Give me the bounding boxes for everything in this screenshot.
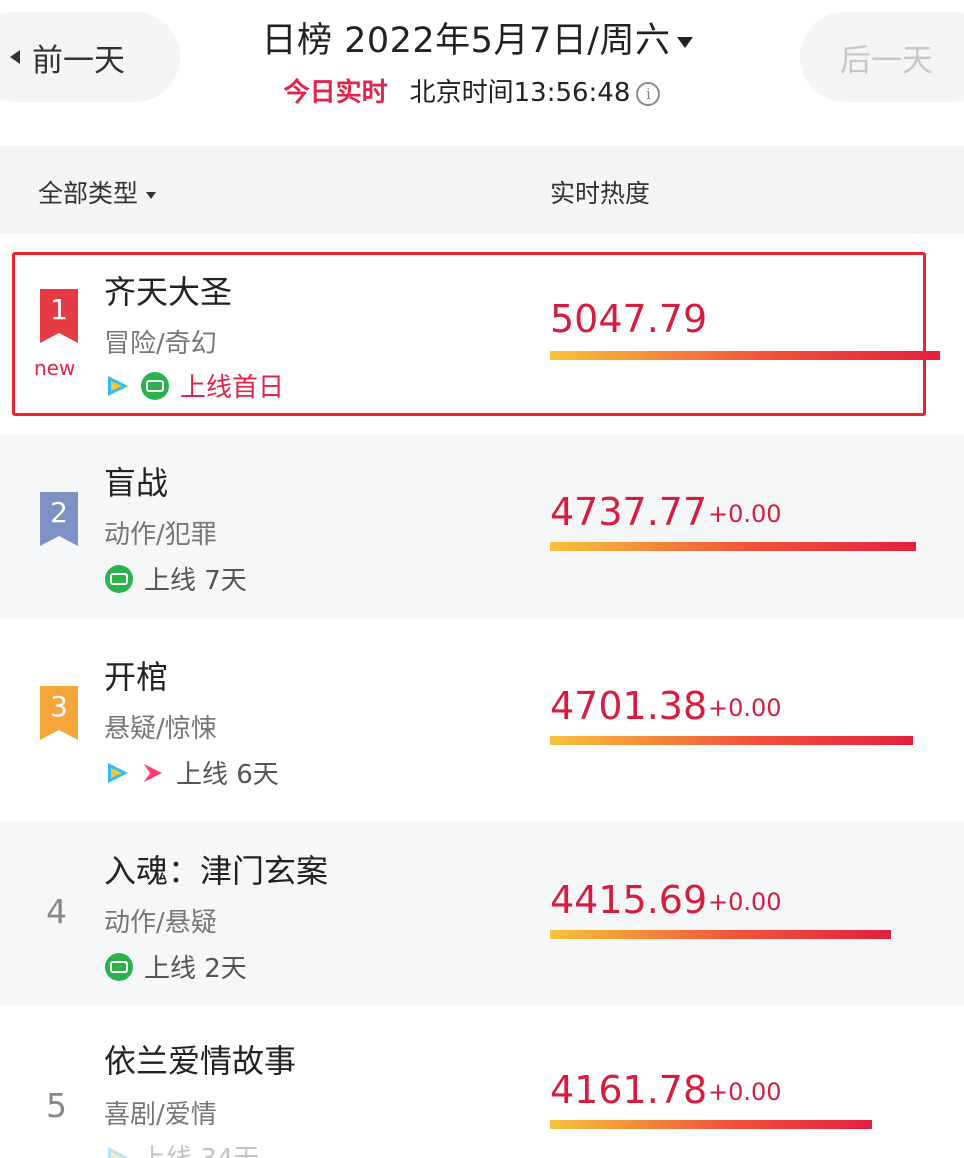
release-label: 上线首日 [180,373,285,403]
top-bar: 前一天 后一天 日榜 2022年5月7日/周六 今日实时 北京时间13:56:48… [0,0,964,118]
heat-delta: +0.00 [708,694,782,722]
date-title: 日榜 2022年5月7日/周六 [261,21,671,61]
release-info: 上线 7天 [104,560,247,597]
release-label: 上线 6天 [176,760,279,790]
heat-bar [550,542,916,551]
list-item[interactable]: 1 new 齐天大圣 冒险/奇幻 上线首日 5047.79 [0,255,964,439]
heat-delta: +0.00 [708,888,782,916]
heat-bar [550,736,913,745]
movie-genre: 动作/犯罪 [104,520,217,550]
rank-number: 4 [46,892,67,931]
heat-bar [550,930,891,939]
type-filter-dropdown[interactable]: 全部类型 [38,174,157,210]
heat-value: 5047.79 [550,297,708,341]
release-info: 上线 2天 [104,948,247,985]
heat-value: 4737.77 [550,490,708,534]
rank-number: 2 [50,496,68,529]
tencent-video-icon [108,762,128,783]
movie-title: 盲战 [104,464,169,502]
iqiyi-icon [105,564,133,593]
list-item[interactable]: 4 入魂：津门玄案 动作/悬疑 上线 2天 4415.69 +0.00 [0,822,964,1006]
heat-value: 4415.69 [550,878,708,922]
heat-value: 4161.78 [550,1068,708,1112]
movie-title: 齐天大圣 [104,273,233,311]
info-icon[interactable]: i [636,82,661,106]
rank-number: 1 [50,293,68,326]
heat-value: 4701.38 [550,684,708,728]
heat-bar [550,351,940,360]
rank-badge-number: 2 [40,492,78,546]
release-info: 上线首日 [104,367,284,404]
list-item[interactable]: 3 开棺 悬疑/惊悚 上线 6天 4701.38 +0.00 [0,628,964,812]
movie-title: 依兰爱情故事 [104,1042,297,1080]
beijing-time: 北京时间13:56:48 [409,78,631,108]
realtime-row: 今日实时 北京时间13:56:48 i [0,72,964,109]
date-selector[interactable]: 日榜 2022年5月7日/周六 [0,12,964,63]
caret-down-icon [676,36,693,48]
movie-title: 开棺 [104,658,169,696]
rank-badge-number: 3 [40,686,78,740]
rank-number: 3 [50,690,68,723]
movie-genre: 冒险/奇幻 [104,329,217,359]
heat-column-header: 实时热度 [550,179,651,208]
release-label: 上线 2天 [144,954,247,984]
tencent-video-icon [108,375,128,396]
movie-genre: 动作/悬疑 [104,908,217,938]
heat-delta: +0.00 [708,500,782,528]
release-info: 上线 34天 [104,1138,259,1158]
movie-genre: 喜剧/爱情 [104,1100,217,1130]
iqiyi-icon [141,371,169,400]
caret-down-icon [146,191,157,199]
release-label: 上线 34天 [140,1138,259,1158]
type-filter-label: 全部类型 [38,179,139,208]
list-item[interactable]: 5 依兰爱情故事 喜剧/爱情 上线 34天 4161.78 +0.00 [0,1016,964,1158]
iqiyi-icon [105,952,133,981]
new-tag: new [34,356,76,380]
heat-bar [550,1120,872,1129]
movie-genre: 悬疑/惊悚 [104,714,217,744]
release-info: 上线 6天 [104,754,279,791]
heat-delta: +0.00 [708,1078,782,1106]
rank-badge-number: 1 [40,289,78,343]
tencent-video-icon [108,1146,128,1158]
rank-number: 5 [46,1086,67,1125]
release-label: 上线 7天 [144,566,247,596]
movie-title: 入魂：津门玄案 [104,852,329,890]
list-item[interactable]: 2 盲战 动作/犯罪 上线 7天 4737.77 +0.00 [0,434,964,618]
youku-icon [144,763,162,782]
today-realtime-label: 今日实时 [283,78,388,108]
list-header: 全部类型 实时热度 [0,146,964,234]
